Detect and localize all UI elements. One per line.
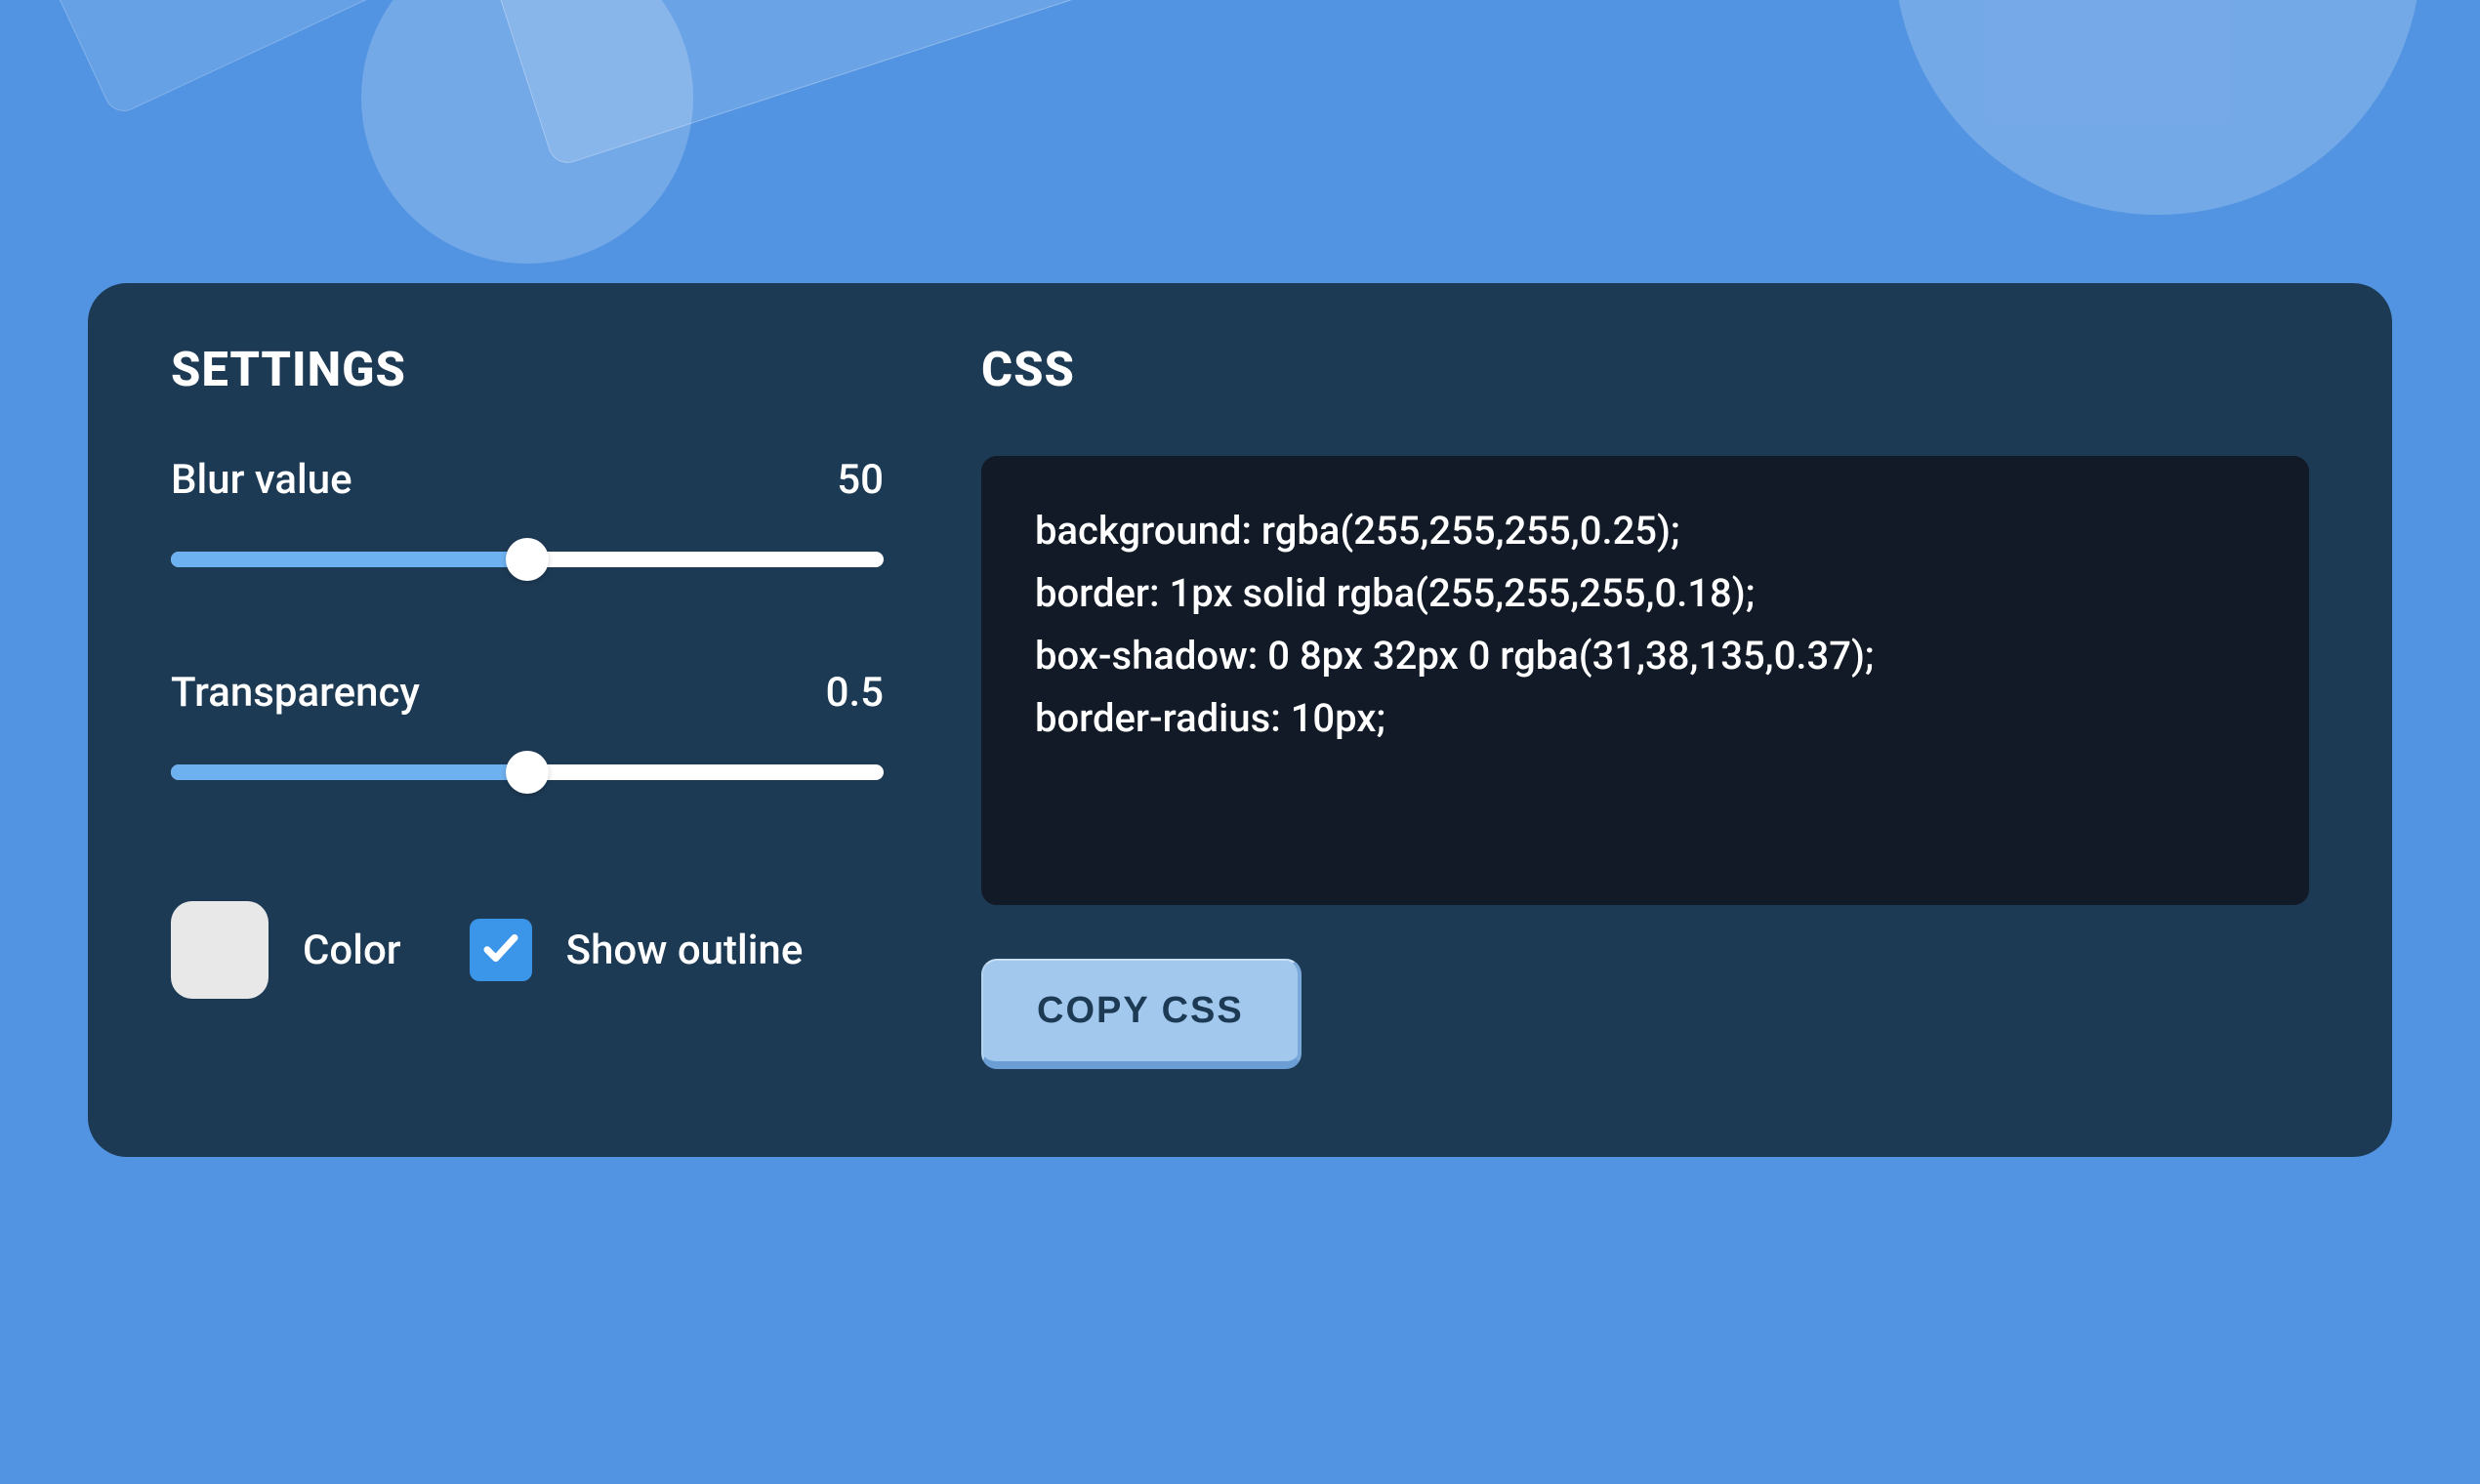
transparency-label: Transparency: [171, 669, 420, 717]
check-icon: [480, 928, 521, 972]
outline-checkbox[interactable]: [470, 919, 532, 981]
decorative-card: [452, 0, 1158, 168]
settings-column: SETTINGS Blur value 50 Transparency 0.5: [171, 342, 884, 1069]
outline-checkbox-group: Show outline: [470, 919, 804, 981]
transparency-slider[interactable]: [171, 751, 884, 794]
blur-label: Blur value: [171, 456, 352, 504]
css-column: CSS background: rgba(255,255,255,0.25); …: [981, 342, 2309, 1069]
blur-slider-group: Blur value 50: [171, 456, 884, 581]
css-output: background: rgba(255,255,255,0.25); bord…: [981, 456, 2309, 905]
color-label: Color: [303, 927, 401, 974]
settings-title: SETTINGS: [171, 342, 884, 397]
color-picker-group: Color: [171, 901, 401, 999]
blur-slider[interactable]: [171, 538, 884, 581]
transparency-value: 0.5: [826, 669, 884, 717]
slider-fill: [171, 552, 527, 567]
control-panel: SETTINGS Blur value 50 Transparency 0.5: [88, 283, 2392, 1157]
transparency-slider-header: Transparency 0.5: [171, 669, 884, 717]
blur-slider-header: Blur value 50: [171, 456, 884, 504]
blur-value: 50: [837, 456, 884, 504]
decorative-circle: [1894, 0, 2421, 215]
slider-fill: [171, 764, 527, 780]
copy-css-button[interactable]: COPY CSS: [981, 959, 1302, 1069]
slider-thumb[interactable]: [506, 538, 549, 581]
slider-thumb[interactable]: [506, 751, 549, 794]
outline-label: Show outline: [566, 927, 804, 974]
css-title: CSS: [981, 342, 2309, 397]
color-swatch[interactable]: [171, 901, 269, 999]
controls-row: Color Show outline: [171, 901, 884, 999]
transparency-slider-group: Transparency 0.5: [171, 669, 884, 794]
